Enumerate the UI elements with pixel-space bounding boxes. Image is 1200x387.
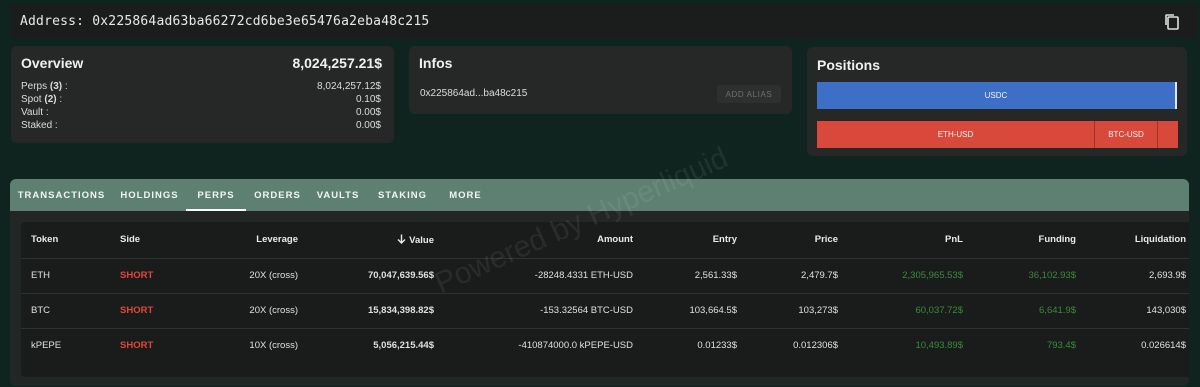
overview-card: Overview 8,024,257.21$ Perps (3) : 8,024… xyxy=(11,46,394,143)
cell-value: 70,047,639.56$ xyxy=(308,257,444,293)
overview-row-label: Perps (3) : xyxy=(21,81,68,92)
cell-price: 103,273$ xyxy=(747,292,848,328)
cell-entry: 2,561.33$ xyxy=(643,257,747,293)
long-positions-bar: USDC xyxy=(817,82,1177,109)
tab-holdings[interactable]: HOLDINGS xyxy=(113,179,186,211)
overview-row-vault: Vault : 0.00$ xyxy=(21,107,381,120)
cell-side: SHORT xyxy=(110,257,196,293)
cell-pnl: 2,305,965.53$ xyxy=(848,257,973,293)
address-bar: Address: 0x225864ad63ba66272cd6be3e65476… xyxy=(10,4,1198,38)
cell-leverage: 20X (cross) xyxy=(196,257,308,293)
column-header-liquidation[interactable]: Liquidation xyxy=(1086,222,1189,258)
column-header-price[interactable]: Price xyxy=(747,222,848,258)
table-header-row: Token Side Leverage Value Amount Entry P… xyxy=(21,222,1189,258)
cell-token: BTC xyxy=(21,292,110,328)
table-row: ETH SHORT 20X (cross) 70,047,639.56$ -28… xyxy=(21,257,1189,293)
copy-icon[interactable] xyxy=(1164,13,1180,31)
position-segment-other[interactable] xyxy=(1158,121,1178,148)
column-header-entry[interactable]: Entry xyxy=(643,222,747,258)
positions-card: Positions USDC ETH-USD BTC-USD xyxy=(807,47,1187,156)
overview-row-value: 0.00$ xyxy=(355,120,381,131)
cell-value: 5,056,215.44$ xyxy=(308,327,444,363)
cell-entry: 0.01233$ xyxy=(643,327,747,363)
cell-token: kPEPE xyxy=(21,327,110,363)
overview-row-label: Vault : xyxy=(21,107,49,118)
cell-amount: -28248.4331 ETH-USD xyxy=(444,257,643,293)
tab-transactions[interactable]: TRANSACTIONS xyxy=(12,179,111,211)
perps-panel: TRANSACTIONS HOLDINGS PERPS ORDERS VAULT… xyxy=(10,179,1189,386)
column-header-pnl[interactable]: PnL xyxy=(848,222,973,258)
overview-row-value: 0.00$ xyxy=(355,107,381,118)
column-header-amount[interactable]: Amount xyxy=(444,222,643,258)
arrow-down-icon xyxy=(397,234,406,244)
cell-entry: 103,664.5$ xyxy=(643,292,747,328)
infos-short-address: 0x225864ad...ba48c215 xyxy=(420,88,528,99)
cell-funding: 793.4$ xyxy=(973,327,1086,363)
table-row: BTC SHORT 20X (cross) 15,834,398.82$ -15… xyxy=(21,292,1189,328)
column-header-leverage[interactable]: Leverage xyxy=(196,222,308,258)
cell-leverage: 20X (cross) xyxy=(196,292,308,328)
cell-liquidation: 0.026614$ xyxy=(1086,327,1189,363)
column-header-funding[interactable]: Funding xyxy=(973,222,1086,258)
infos-card: Infos 0x225864ad...ba48c215 ADD ALIAS xyxy=(409,46,792,114)
cell-liquidation: 2,693.9$ xyxy=(1086,257,1189,293)
tab-staking[interactable]: STAKING xyxy=(371,179,434,211)
perps-table-card: Token Side Leverage Value Amount Entry P… xyxy=(21,222,1189,377)
address-value[interactable]: 0x225864ad63ba66272cd6be3e65476a2eba48c2… xyxy=(92,14,429,29)
overview-row-label: Spot (2) : xyxy=(21,94,63,105)
overview-total: 8,024,257.21$ xyxy=(292,55,382,71)
short-positions-bar: ETH-USD BTC-USD xyxy=(817,121,1178,148)
overview-title: Overview xyxy=(21,55,84,71)
perps-table: Token Side Leverage Value Amount Entry P… xyxy=(21,222,1189,363)
tab-orders[interactable]: ORDERS xyxy=(250,179,305,211)
column-header-side[interactable]: Side xyxy=(110,222,196,258)
overview-row-perps: Perps (3) : 8,024,257.12$ xyxy=(21,81,381,94)
add-alias-button[interactable]: ADD ALIAS xyxy=(717,85,781,103)
position-segment-usdc[interactable]: USDC xyxy=(817,82,1177,109)
address-text: Address: 0x225864ad63ba66272cd6be3e65476… xyxy=(20,14,429,29)
cell-price: 0.012306$ xyxy=(747,327,848,363)
tab-vaults[interactable]: VAULTS xyxy=(312,179,364,211)
cell-value: 15,834,398.82$ xyxy=(308,292,444,328)
cell-funding: 6,641.9$ xyxy=(973,292,1086,328)
cell-leverage: 10X (cross) xyxy=(196,327,308,363)
cell-liquidation: 143,030$ xyxy=(1086,292,1189,328)
cell-side: SHORT xyxy=(110,327,196,363)
cell-funding: 36,102.93$ xyxy=(973,257,1086,293)
address-label: Address: xyxy=(20,13,85,29)
overview-row-label: Staked : xyxy=(21,120,58,131)
overview-row-value: 0.10$ xyxy=(355,94,381,105)
overview-row-value: 8,024,257.12$ xyxy=(317,81,381,92)
overview-row-staked: Staked : 0.00$ xyxy=(21,120,381,133)
overview-row-spot: Spot (2) : 0.10$ xyxy=(21,94,381,107)
cell-amount: -410874000.0 kPEPE-USD xyxy=(444,327,643,363)
column-header-token[interactable]: Token xyxy=(21,222,110,258)
infos-title: Infos xyxy=(419,55,453,71)
positions-title: Positions xyxy=(817,57,881,73)
column-header-value[interactable]: Value xyxy=(308,222,444,258)
position-segment-btc[interactable]: BTC-USD xyxy=(1095,121,1158,148)
cell-amount: -153.32564 BTC-USD xyxy=(444,292,643,328)
tab-bar: TRANSACTIONS HOLDINGS PERPS ORDERS VAULT… xyxy=(10,179,1189,211)
tab-perps[interactable]: PERPS xyxy=(186,179,246,211)
cell-price: 2,479.7$ xyxy=(747,257,848,293)
cell-token: ETH xyxy=(21,257,110,293)
cell-pnl: 10,493.89$ xyxy=(848,327,973,363)
cell-pnl: 60,037.72$ xyxy=(848,292,973,328)
cell-side: SHORT xyxy=(110,292,196,328)
table-row: kPEPE SHORT 10X (cross) 5,056,215.44$ -4… xyxy=(21,327,1189,363)
position-segment-eth[interactable]: ETH-USD xyxy=(817,121,1095,148)
tab-more[interactable]: MORE xyxy=(443,179,488,211)
